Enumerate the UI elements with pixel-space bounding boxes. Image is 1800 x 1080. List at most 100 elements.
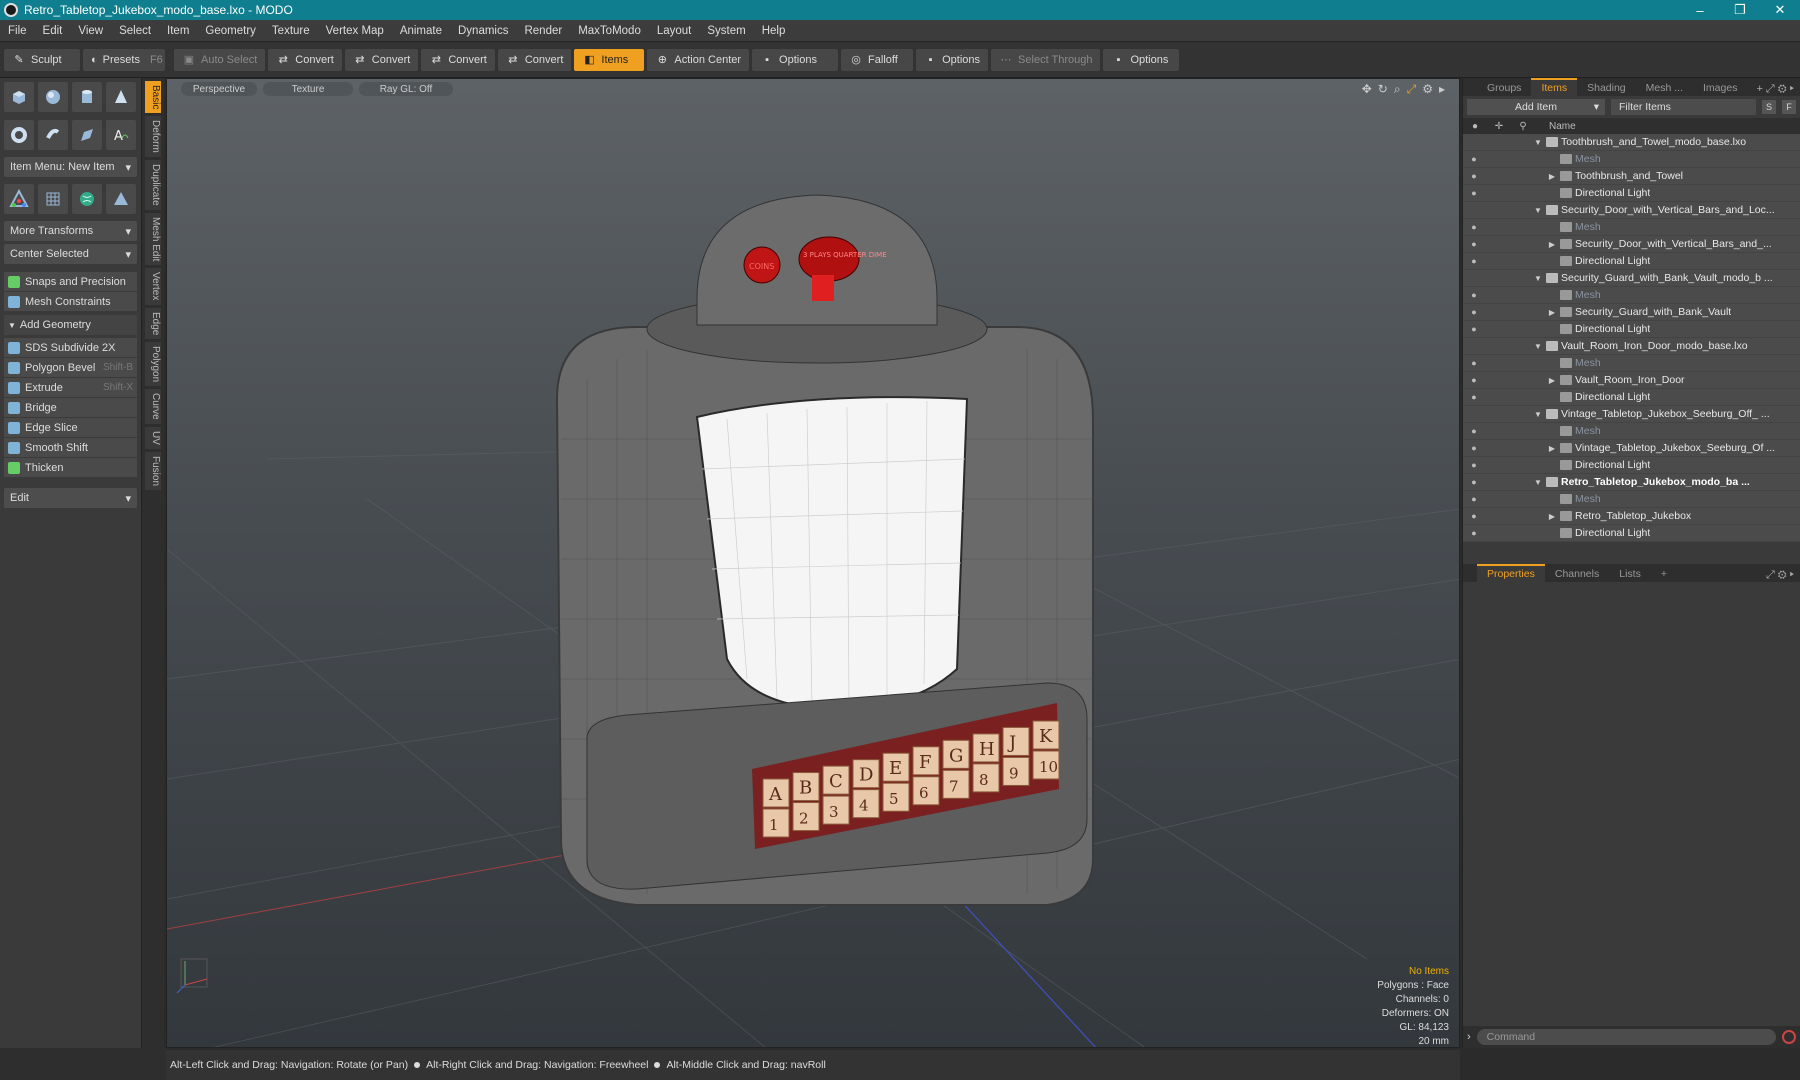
gear-icon[interactable]: ⚙ <box>1422 82 1433 97</box>
viewport-menu-icon[interactable]: ▸ <box>1439 82 1445 97</box>
3d-viewport[interactable]: COINS 3 PLAYS QUARTER DIME A 1 B 2 C 3 D 4 E 5 F 6 G… <box>166 78 1460 1048</box>
options-button-1[interactable]: ▪ Options <box>752 48 839 71</box>
tree-row[interactable]: ● ▶ Security_Door_with_Vertical_Bars_and_.… <box>1463 236 1800 253</box>
tab-polygon[interactable]: Polygon <box>145 342 161 387</box>
visibility-toggle-icon[interactable]: ● <box>1463 375 1485 385</box>
tab-duplicate[interactable]: Duplicate <box>145 160 161 210</box>
expand-toggle-icon[interactable]: ▶ <box>1547 240 1557 249</box>
expand-toggle-icon[interactable]: ▼ <box>1533 138 1543 147</box>
expand-toggle-icon[interactable]: ▼ <box>1533 410 1543 419</box>
tree-row[interactable]: ● ▶ Security_Guard_with_Bank_Vault <box>1463 304 1800 321</box>
tree-row[interactable]: ● Directional Light <box>1463 457 1800 474</box>
zoom-view-icon[interactable]: ⌕ <box>1394 82 1401 97</box>
tree-row[interactable]: ▼ Vintage_Tabletop_Jukebox_Seeburg_Off_ .… <box>1463 406 1800 423</box>
text-tool-icon[interactable]: A <box>106 120 136 150</box>
tool-polygon-bevel[interactable]: Polygon Bevel Shift-B <box>4 358 137 378</box>
tree-row[interactable]: ● Mesh <box>1463 219 1800 236</box>
tab-uv[interactable]: UV <box>145 426 161 449</box>
edit-dropdown[interactable]: Edit ▾ <box>4 488 137 508</box>
falloff-button[interactable]: ◎ Falloff <box>841 48 914 71</box>
expand-toggle-icon[interactable]: ▶ <box>1547 376 1557 385</box>
center-selected-dropdown[interactable]: Center Selected ▾ <box>4 244 137 264</box>
pyramid-icon[interactable] <box>106 184 136 214</box>
presets-button[interactable]: ◐ Presets F6 <box>83 48 165 71</box>
tab-items[interactable]: Items <box>1531 78 1578 96</box>
filter-items-input[interactable]: Filter Items <box>1611 99 1756 115</box>
tree-row[interactable]: ● Directional Light <box>1463 253 1800 270</box>
tab-lists[interactable]: Lists <box>1609 566 1651 582</box>
raygl-button[interactable]: Ray GL: Off <box>359 82 453 96</box>
render-column-icon[interactable]: ⚲ <box>1511 121 1535 132</box>
expand-toggle-icon[interactable]: ▶ <box>1547 444 1557 453</box>
tab-edge[interactable]: Edge <box>145 307 161 340</box>
add-tab-icon[interactable]: + <box>1651 566 1677 582</box>
menu-system[interactable]: System <box>699 25 753 37</box>
record-macro-icon[interactable] <box>1782 1030 1796 1044</box>
cone-icon[interactable] <box>106 82 136 112</box>
sphere-icon[interactable] <box>38 82 68 112</box>
tab-properties[interactable]: Properties <box>1477 564 1545 582</box>
visibility-toggle-icon[interactable]: ● <box>1463 154 1485 164</box>
expand-toggle-icon[interactable]: ▶ <box>1547 172 1557 181</box>
menu-file[interactable]: File <box>0 25 35 37</box>
tree-row[interactable]: ● ▶ Vault_Room_Iron_Door <box>1463 372 1800 389</box>
tab-curve[interactable]: Curve <box>145 389 161 424</box>
command-input[interactable]: Command <box>1476 1029 1776 1045</box>
visibility-toggle-icon[interactable]: ● <box>1463 477 1485 487</box>
f-button[interactable]: F <box>1782 100 1796 114</box>
expand-toggle-icon[interactable]: ▼ <box>1533 478 1543 487</box>
capsule-icon[interactable] <box>38 120 68 150</box>
visibility-toggle-icon[interactable]: ● <box>1463 494 1485 504</box>
visibility-toggle-icon[interactable]: ● <box>1463 256 1485 266</box>
menu-help[interactable]: Help <box>754 25 794 37</box>
tree-row[interactable]: ● Directional Light <box>1463 525 1800 542</box>
expand-toggle-icon[interactable]: ▶ <box>1547 512 1557 521</box>
tab-groups[interactable]: Groups <box>1477 80 1531 96</box>
items-mode-button[interactable]: ◧ Items <box>574 48 645 71</box>
properties-options-icons[interactable]: ⤢ ⚙ ▸ <box>1766 569 1794 582</box>
pen-icon[interactable] <box>72 120 102 150</box>
viewport-scene[interactable]: COINS 3 PLAYS QUARTER DIME A 1 B 2 C 3 D 4 E 5 F 6 G… <box>167 79 1460 1048</box>
view-mode-button[interactable]: Perspective <box>181 82 257 96</box>
menu-layout[interactable]: Layout <box>649 25 700 37</box>
tree-row[interactable]: ● Directional Light <box>1463 389 1800 406</box>
action-center-button[interactable]: ⊕ Action Center <box>647 48 750 71</box>
visibility-toggle-icon[interactable]: ● <box>1463 307 1485 317</box>
tab-deform[interactable]: Deform <box>145 116 161 158</box>
tree-row[interactable]: ▼ Security_Door_with_Vertical_Bars_and_Lo… <box>1463 202 1800 219</box>
add-item-button[interactable]: Add Item ▾ <box>1467 99 1605 115</box>
sculpt-button[interactable]: ✎ Sculpt <box>4 48 80 71</box>
visibility-toggle-icon[interactable]: ● <box>1463 460 1485 470</box>
tree-row[interactable]: ● ▶ Vintage_Tabletop_Jukebox_Seeburg_Of ..… <box>1463 440 1800 457</box>
snaps-precision-button[interactable]: Snaps and Precision <box>4 272 137 292</box>
visibility-toggle-icon[interactable]: ● <box>1463 358 1485 368</box>
tab-fusion[interactable]: Fusion <box>145 451 161 490</box>
tree-row[interactable]: ▼ Toothbrush_and_Towel_modo_base.lxo <box>1463 134 1800 151</box>
tab-channels[interactable]: Channels <box>1545 566 1609 582</box>
visibility-toggle-icon[interactable]: ● <box>1463 290 1485 300</box>
auto-select-button[interactable]: ▣ Auto Select <box>174 48 266 71</box>
menu-texture[interactable]: Texture <box>264 25 318 37</box>
visibility-toggle-icon[interactable]: ● <box>1463 443 1485 453</box>
cylinder-icon[interactable] <box>72 82 102 112</box>
cube-icon[interactable] <box>4 82 34 112</box>
tree-row[interactable]: ● Directional Light <box>1463 321 1800 338</box>
tree-row[interactable]: ▼ Vault_Room_Iron_Door_modo_base.lxo <box>1463 338 1800 355</box>
tab-mesh-edit[interactable]: Mesh Edit <box>145 212 161 266</box>
options-button-3[interactable]: ▪ Options <box>1103 48 1180 71</box>
visibility-toggle-icon[interactable]: ● <box>1463 392 1485 402</box>
tree-row[interactable]: ● Mesh <box>1463 491 1800 508</box>
tool-bridge[interactable]: Bridge <box>4 398 137 418</box>
menu-geometry[interactable]: Geometry <box>197 25 264 37</box>
visibility-column-icon[interactable]: ● <box>1463 121 1487 132</box>
globe-icon[interactable] <box>72 184 102 214</box>
shading-mode-button[interactable]: Texture <box>263 82 353 96</box>
convert-button-3[interactable]: ⇄ Convert <box>421 48 495 71</box>
convert-button-1[interactable]: ⇄ Convert <box>268 48 342 71</box>
tree-row[interactable]: ● Mesh <box>1463 151 1800 168</box>
tool-edge-slice[interactable]: Edge Slice <box>4 418 137 438</box>
tool-extrude[interactable]: Extrude Shift-X <box>4 378 137 398</box>
menu-view[interactable]: View <box>70 25 111 37</box>
visibility-toggle-icon[interactable]: ● <box>1463 426 1485 436</box>
visibility-toggle-icon[interactable]: ● <box>1463 239 1485 249</box>
